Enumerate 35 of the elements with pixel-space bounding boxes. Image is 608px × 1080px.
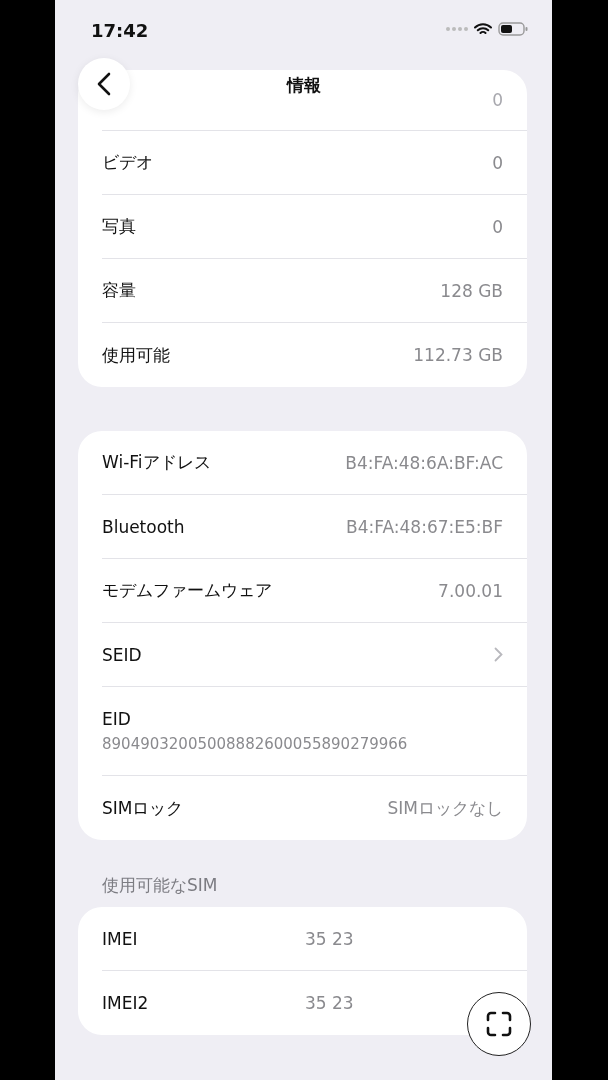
row-label: SEID (102, 644, 142, 665)
row-value: B4:FA:48:67:E5:BF (346, 516, 503, 537)
back-button[interactable] (78, 58, 130, 110)
nav-title: 情報 (286, 73, 321, 97)
status-time: 17:42 (91, 18, 149, 41)
back-icon (97, 72, 111, 96)
row-label: IMEI (102, 928, 139, 949)
row-value: 128 GB (440, 280, 503, 301)
row-value: 112.73 GB (413, 345, 503, 365)
row-label: Bluetooth (102, 516, 185, 537)
row-value: 0 (492, 90, 503, 110)
row-value: 0 (492, 216, 503, 237)
row-label: 写真 (102, 215, 136, 238)
section-header: 使用可能なSIM (102, 875, 218, 895)
row-label: モデムファームウェア (102, 579, 272, 602)
row-label: SIMロック (102, 796, 184, 820)
row-label: 使用可能 (102, 343, 170, 367)
screenshot-icon (486, 1011, 512, 1037)
row-value: SIMロックなし (387, 796, 503, 820)
chevron-icon (494, 647, 503, 662)
row-value: 7.00.01 (438, 580, 503, 601)
row-label: 容量 (102, 279, 136, 302)
wifi-icon (474, 22, 492, 36)
row-value: B4:FA:48:6A:BF:AC (345, 452, 503, 473)
row-label: Wi-Fiアドレス (102, 451, 211, 474)
row-value: 0 (492, 152, 503, 173)
row-label: EID (102, 709, 131, 729)
row-label: ビデオ (102, 151, 153, 174)
list-row[interactable]: SEID (102, 623, 527, 687)
row-value: 35 23 (305, 993, 354, 1013)
row-value: 89049032005008882600055890279966 (102, 735, 408, 753)
row-value: 35 23 (305, 928, 354, 949)
battery-icon (498, 22, 528, 36)
row-label: IMEI2 (102, 993, 150, 1013)
signal-dots-icon (446, 27, 468, 31)
